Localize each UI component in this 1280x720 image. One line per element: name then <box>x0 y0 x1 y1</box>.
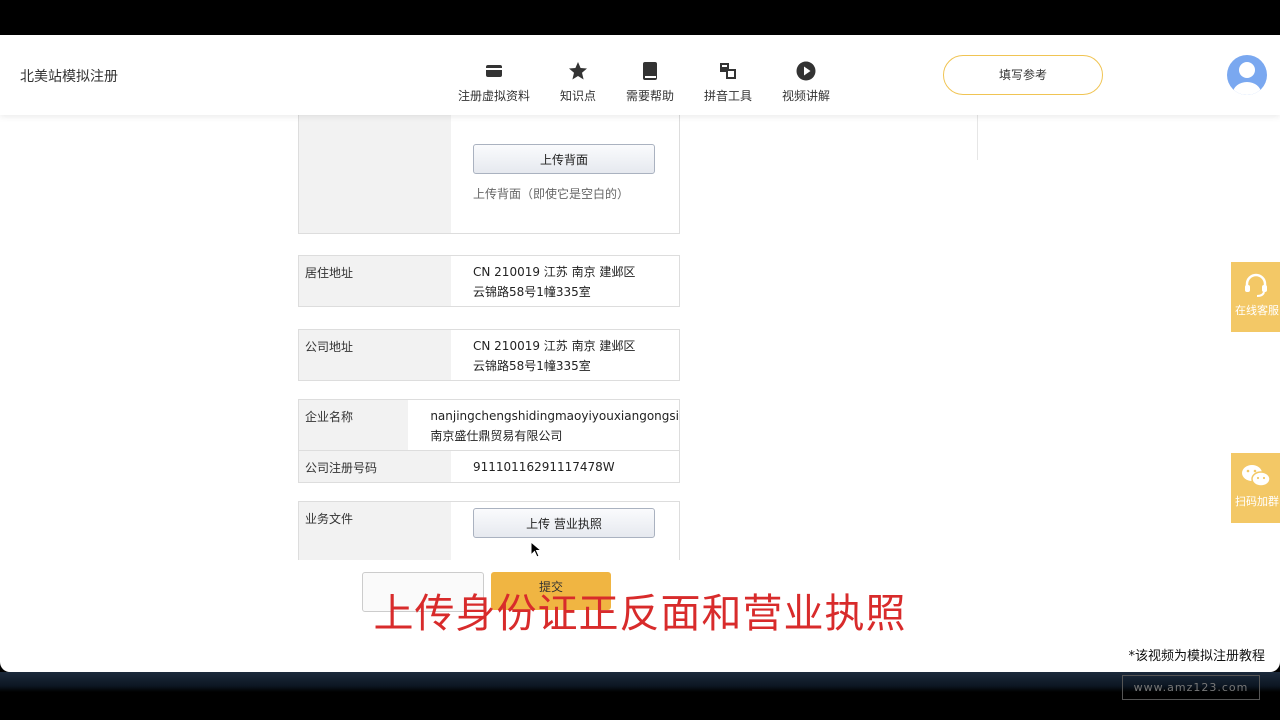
nav-label: 视频讲解 <box>782 89 831 103</box>
book-icon <box>626 61 674 81</box>
nav-item-help[interactable]: 需要帮助 <box>626 61 674 104</box>
avatar[interactable] <box>1227 55 1267 95</box>
nav-item-video[interactable]: 视频讲解 <box>782 61 830 104</box>
company-name-chinese: 南京盛仕鼎贸易有限公司 <box>430 429 563 443</box>
video-top-bar <box>0 0 1280 35</box>
row-value: 上传背面 上传背面（即使它是空白的） <box>451 96 679 233</box>
browser-viewport: 北美站模拟注册 注册虚拟资料 知识点 需要帮助 拼音工具 视频讲解 填写参考 上… <box>0 35 1280 672</box>
star-icon <box>560 61 596 81</box>
residence-section: 居住地址 CN 210019 江苏 南京 建邺区 云锦路58号1幢335室 <box>298 255 680 307</box>
address-line-1: CN 210019 江苏 南京 建邺区 <box>473 339 636 353</box>
disclaimer-text: *该视频为模拟注册教程 <box>1128 649 1265 664</box>
wechat-group-button[interactable]: 扫码加群 <box>1231 453 1280 523</box>
business-docs-label: 业务文件 <box>299 502 451 560</box>
company-address-label: 公司地址 <box>299 330 451 380</box>
nav-label: 知识点 <box>560 89 597 103</box>
form-row: 公司注册号码 91110116291117478W <box>299 450 679 482</box>
wechat-icon <box>1241 465 1271 487</box>
translate-icon <box>704 61 752 81</box>
upload-back-button[interactable]: 上传背面 <box>473 144 655 174</box>
registration-number-value: 91110116291117478W <box>473 460 615 474</box>
nav-label: 需要帮助 <box>626 89 675 103</box>
company-address-value: CN 210019 江苏 南京 建邺区 云锦路58号1幢335室 <box>451 330 679 380</box>
company-name-label: 企业名称 <box>299 400 409 450</box>
site-header: 北美站模拟注册 注册虚拟资料 知识点 需要帮助 拼音工具 视频讲解 填写参考 <box>0 35 1280 115</box>
reference-button[interactable]: 填写参考 <box>943 55 1103 95</box>
company-name-value: nanjingchengshidingmaoyiyouxiangongsi 南京… <box>408 400 679 450</box>
wechat-group-label: 扫码加群 <box>1235 495 1279 508</box>
headset-icon <box>1244 273 1267 297</box>
upload-back-note: 上传背面（即使它是空白的） <box>473 187 630 201</box>
business-docs-section: 业务文件 上传 营业执照 <box>298 501 680 560</box>
site-title[interactable]: 北美站模拟注册 <box>20 66 118 86</box>
upload-license-button[interactable]: 上传 营业执照 <box>473 508 655 538</box>
video-bottom-bar <box>0 672 1280 720</box>
business-docs-value: 上传 营业执照 <box>451 502 679 560</box>
registration-number-label: 公司注册号码 <box>299 451 451 482</box>
play-icon <box>782 61 830 81</box>
form-row: 居住地址 CN 210019 江苏 南京 建邺区 云锦路58号1幢335室 <box>299 256 679 306</box>
user-icon <box>1233 62 1261 95</box>
nav-item-pinyin-tool[interactable]: 拼音工具 <box>704 61 752 104</box>
company-name-pinyin: nanjingchengshidingmaoyiyouxiangongsi <box>430 409 679 423</box>
company-address-section: 公司地址 CN 210019 江苏 南京 建邺区 云锦路58号1幢335室 <box>298 329 680 381</box>
residence-value: CN 210019 江苏 南京 建邺区 云锦路58号1幢335室 <box>451 256 679 306</box>
id-back-section: 上传背面 上传背面（即使它是空白的） <box>298 95 680 234</box>
online-service-button[interactable]: 在线客服 <box>1231 262 1280 332</box>
nav-label: 注册虚拟资料 <box>458 89 531 103</box>
nav-label: 拼音工具 <box>704 89 753 103</box>
form-row: 企业名称 nanjingchengshidingmaoyiyouxiangong… <box>299 400 679 450</box>
online-service-label: 在线客服 <box>1235 304 1279 317</box>
address-line-1: CN 210019 江苏 南京 建邺区 <box>473 265 636 279</box>
card-icon <box>458 61 530 81</box>
company-info-section: 企业名称 nanjingchengshidingmaoyiyouxiangong… <box>298 399 680 483</box>
divider <box>977 115 978 160</box>
address-line-2: 云锦路58号1幢335室 <box>473 285 591 299</box>
video-subtitle: 上传身份证正反面和营业执照 <box>373 591 907 637</box>
form-row: 公司地址 CN 210019 江苏 南京 建邺区 云锦路58号1幢335室 <box>299 330 679 380</box>
mouse-cursor-icon <box>530 541 542 558</box>
row-label <box>299 96 451 233</box>
nav-item-knowledge[interactable]: 知识点 <box>560 61 596 104</box>
watermark: www.amz123.com <box>1122 675 1260 700</box>
form-row: 上传背面 上传背面（即使它是空白的） <box>299 96 679 233</box>
address-line-2: 云锦路58号1幢335室 <box>473 359 591 373</box>
nav-item-register-profile[interactable]: 注册虚拟资料 <box>458 61 530 104</box>
residence-label: 居住地址 <box>299 256 451 306</box>
form-row: 业务文件 上传 营业执照 <box>299 502 679 560</box>
